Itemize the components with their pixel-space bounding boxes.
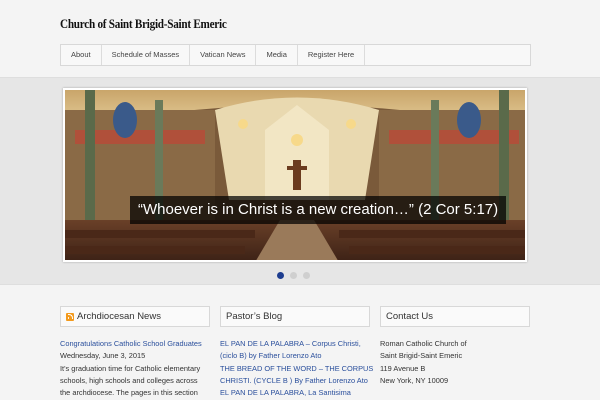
slide-caption: “Whoever is in Christ is a new creation…… <box>130 196 507 224</box>
news-excerpt-line: schools, high schools and colleges acros… <box>60 375 198 385</box>
contact-header: Contact Us <box>380 306 530 327</box>
archdiocesan-news-body: Congratulations Catholic School Graduate… <box>60 327 210 399</box>
blog-post-link[interactable]: EL PAN DE LA PALABRA – Corpus Christi, <box>220 338 370 350</box>
contact-body: Roman Catholic Church of Saint Brigid-Sa… <box>380 327 530 387</box>
pastors-blog-header: Pastor’s Blog <box>220 306 370 327</box>
nav-media[interactable]: Media <box>256 45 298 65</box>
nav-about[interactable]: About <box>61 45 102 65</box>
pastors-blog-body: EL PAN DE LA PALABRA – Corpus Christi, (… <box>220 327 373 399</box>
contact-line: New York, NY 10009 <box>380 375 449 385</box>
archdiocesan-news-title[interactable]: Archdiocesan News <box>77 307 161 326</box>
news-excerpt-line: the archdiocese. The pages in this secti… <box>60 388 198 398</box>
rss-icon[interactable] <box>66 312 74 321</box>
blog-post-link[interactable]: EL PAN DE LA PALABRA, La Santisima <box>220 387 370 399</box>
site-title[interactable]: Church of Saint Brigid-Saint Emeric <box>60 16 227 32</box>
slider-dot-1[interactable] <box>277 272 284 279</box>
news-excerpt-line: It's graduation time for Catholic elemen… <box>60 363 201 373</box>
slider-dots <box>277 272 310 279</box>
church-interior-image <box>65 90 525 260</box>
contact-line: Roman Catholic Church of <box>380 339 467 348</box>
main-nav: About Schedule of Masses Vatican News Me… <box>60 44 531 66</box>
slider-dot-3[interactable] <box>303 272 310 279</box>
pastors-blog-widget: Pastor’s Blog EL PAN DE LA PALABRA – Cor… <box>220 306 373 399</box>
archdiocesan-news-header: Archdiocesan News <box>60 306 210 327</box>
contact-widget: Contact Us Roman Catholic Church of Sain… <box>380 306 530 387</box>
news-headline-link[interactable]: Congratulations Catholic School Graduate… <box>60 338 210 350</box>
contact-line: 119 Avenue B <box>380 363 426 373</box>
slider-dot-2[interactable] <box>290 272 297 279</box>
contact-line: Saint Brigid-Saint Emeric <box>380 351 463 361</box>
nav-vatican-news[interactable]: Vatican News <box>190 45 257 65</box>
news-date: Wednesday, June 3, 2015 <box>60 351 146 361</box>
blog-post-link[interactable]: CHRISTI. (CYCLE B ) By Father Lorenzo At… <box>220 375 370 387</box>
blog-post-link[interactable]: THE BREAD OF THE WORD – THE CORPUS <box>220 363 373 375</box>
archdiocesan-news-widget: Archdiocesan News Congratulations Cathol… <box>60 306 210 399</box>
blog-post-link[interactable]: (ciclo B) by Father Lorenzo Ato <box>220 350 370 362</box>
hero-slide[interactable]: “Whoever is in Christ is a new creation…… <box>63 88 527 262</box>
nav-schedule-of-masses[interactable]: Schedule of Masses <box>102 45 191 65</box>
nav-register-here[interactable]: Register Here <box>298 45 366 65</box>
